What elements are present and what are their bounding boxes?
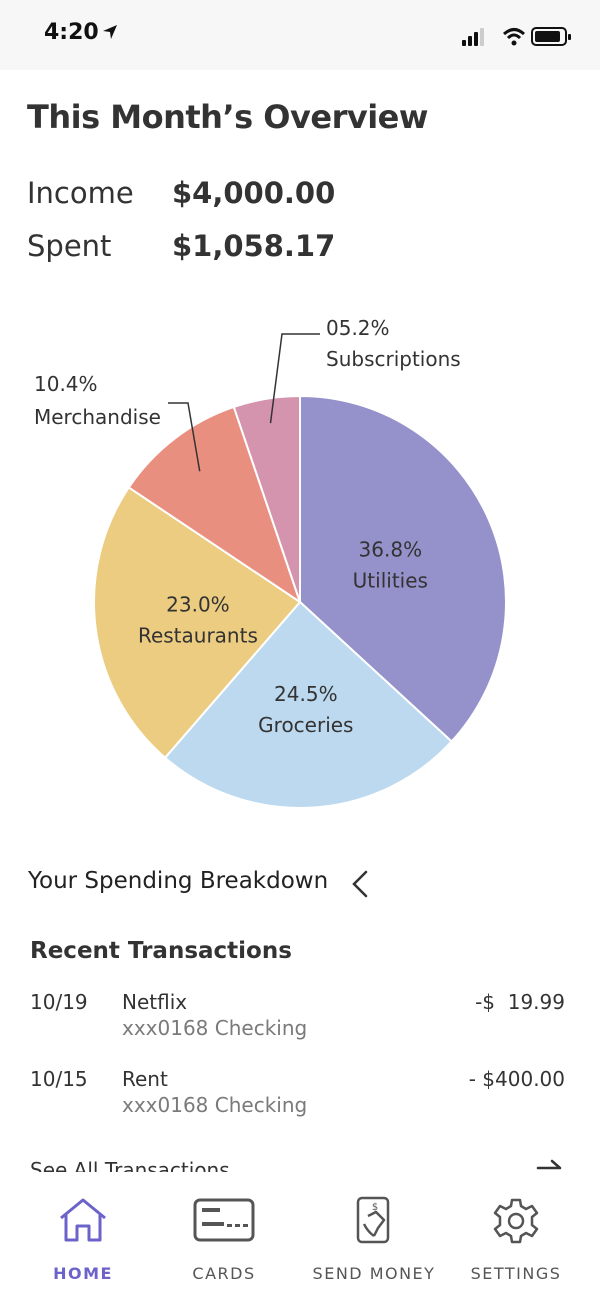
income-value: $4,000.00	[172, 176, 336, 210]
pie-label-percent: 23.0%	[166, 593, 230, 617]
chevron-left-icon[interactable]	[346, 866, 374, 902]
see-all-transactions-link[interactable]: See All Transactions	[30, 1158, 230, 1172]
location-arrow-icon	[102, 25, 117, 39]
spent-value: $1,058.17	[172, 229, 336, 263]
transaction-amount: -$ 19.99	[475, 990, 565, 1014]
tab-send-money-label: SEND MONEY	[312, 1264, 436, 1283]
spent-label: Spent	[27, 229, 112, 263]
pie-label-percent: 24.5%	[274, 682, 338, 706]
status-icons	[462, 27, 571, 46]
pie-label-category: Groceries	[258, 713, 353, 737]
transaction-row[interactable]: 10/15 Rent xxx0168 Checking - $400.00	[0, 1067, 600, 1137]
pie-label-category: Subscriptions	[326, 347, 461, 371]
tab-home-label: HOME	[53, 1264, 113, 1283]
transaction-row[interactable]: 10/19 Netflix xxx0168 Checking -$ 19.99	[0, 990, 600, 1060]
battery-icon	[531, 27, 571, 46]
pie-label-category: Restaurants	[138, 624, 258, 648]
wifi-icon	[502, 28, 526, 46]
send-money-icon: $	[356, 1196, 390, 1244]
pie-label-category: Merchandise	[34, 405, 161, 429]
card-icon	[193, 1198, 255, 1242]
arrow-right-icon[interactable]	[536, 1158, 564, 1172]
see-all-transactions-row[interactable]: See All Transactions	[0, 1150, 600, 1172]
recent-transactions-title: Recent Transactions	[30, 938, 292, 964]
status-time: 4:20	[44, 20, 118, 45]
signal-icon	[462, 28, 484, 46]
tab-cards-label: CARDS	[192, 1264, 256, 1283]
tab-cards[interactable]: CARDS	[159, 1176, 289, 1296]
transaction-date: 10/15	[30, 1067, 88, 1091]
transaction-account: xxx0168 Checking	[122, 1016, 308, 1040]
spending-breakdown-link[interactable]: Your Spending Breakdown	[28, 868, 328, 894]
pie-label-subscriptions: 05.2% Subscriptions	[326, 316, 461, 371]
pie-label-category: Utilities	[353, 569, 428, 593]
home-icon	[60, 1198, 106, 1242]
tab-settings-label: SETTINGS	[470, 1264, 562, 1283]
tab-send-money[interactable]: $ SEND MONEY	[307, 1176, 441, 1296]
pie-label-percent: 36.8%	[359, 538, 423, 562]
tab-settings[interactable]: SETTINGS	[451, 1176, 581, 1296]
pie-label-merchandise: 10.4% Merchandise	[34, 372, 161, 429]
svg-text:$: $	[372, 1202, 378, 1213]
spending-pie-chart[interactable]: 36.8% Utilities 24.5% Groceries 23.0% Restaur…	[0, 300, 600, 830]
gear-icon	[493, 1198, 539, 1244]
tab-home[interactable]: HOME	[18, 1176, 148, 1296]
transaction-amount: - $400.00	[468, 1067, 565, 1091]
income-label: Income	[27, 176, 134, 210]
transaction-account: xxx0168 Checking	[122, 1093, 308, 1117]
transaction-date: 10/19	[30, 990, 88, 1014]
pie-label-percent: 10.4%	[34, 372, 98, 396]
page-title: This Month’s Overview	[27, 98, 428, 136]
transaction-name: Netflix	[122, 990, 188, 1014]
status-bar: 4:20	[0, 0, 600, 70]
transaction-name: Rent	[122, 1067, 168, 1091]
bottom-tab-bar: HOME CARDS $ SEND MONEY SETTINGS	[0, 1176, 600, 1303]
pie-label-percent: 05.2%	[326, 316, 390, 340]
